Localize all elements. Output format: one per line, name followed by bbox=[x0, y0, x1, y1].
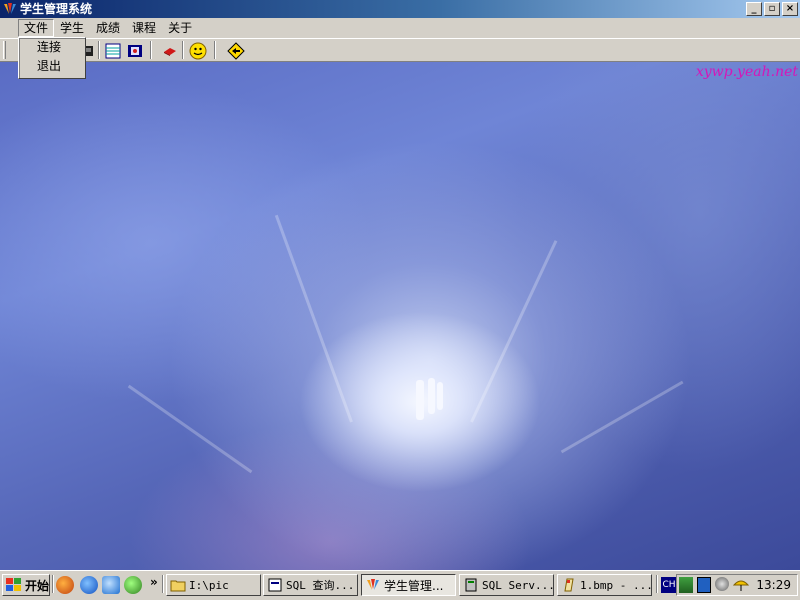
folder-icon bbox=[170, 580, 186, 592]
app-logo-icon bbox=[2, 1, 18, 17]
close-button[interactable]: × bbox=[782, 2, 798, 16]
menu-about[interactable]: 关于 bbox=[162, 19, 198, 37]
minimize-button[interactable]: _ bbox=[746, 2, 762, 16]
book-icon bbox=[164, 47, 176, 56]
display-icon[interactable] bbox=[697, 577, 711, 593]
task-button-student-mgmt[interactable]: 学生管理... bbox=[361, 574, 456, 596]
toolbar-separator bbox=[182, 41, 184, 59]
taskbar-separator bbox=[52, 575, 54, 593]
paint-icon bbox=[564, 578, 574, 592]
taskbar-separator bbox=[656, 575, 658, 593]
start-label: 开始 bbox=[25, 578, 50, 593]
film-icon bbox=[128, 44, 142, 57]
table-icon bbox=[105, 43, 121, 58]
toolbar-separator bbox=[150, 41, 152, 59]
smiley-button[interactable] bbox=[188, 41, 208, 60]
menu-file[interactable]: 文件 bbox=[18, 19, 55, 37]
menu-grades[interactable]: 成绩 bbox=[90, 19, 126, 37]
task-label: I:\pic bbox=[189, 578, 229, 592]
sql-query-icon bbox=[268, 578, 282, 592]
task-button-pic-folder[interactable]: I:\pic bbox=[166, 574, 261, 596]
toolbar bbox=[0, 38, 800, 62]
task-button-paint[interactable]: 1.bmp - ... bbox=[557, 574, 652, 596]
film-button[interactable] bbox=[125, 41, 145, 60]
umbrella-icon[interactable] bbox=[732, 577, 750, 593]
mail-icon[interactable] bbox=[102, 576, 120, 594]
clock: 13:29 bbox=[756, 578, 791, 592]
app-icon bbox=[367, 579, 379, 590]
language-indicator[interactable]: CH bbox=[661, 577, 677, 593]
start-button[interactable]: 开始 bbox=[2, 574, 50, 596]
task-button-sql-server[interactable]: SQL Serv... bbox=[459, 574, 554, 596]
smiley-icon bbox=[189, 42, 207, 59]
book-button[interactable] bbox=[160, 41, 180, 60]
task-label: SQL 查询... bbox=[286, 579, 355, 592]
quicklaunch-overflow[interactable]: » bbox=[150, 575, 158, 589]
restore-button[interactable]: ▫ bbox=[764, 2, 780, 16]
window-title: 学生管理系统 bbox=[20, 2, 93, 16]
task-label: 1.bmp - ... bbox=[580, 578, 652, 592]
sql-server-icon bbox=[465, 578, 477, 592]
table-button[interactable] bbox=[103, 41, 123, 60]
firefox-icon[interactable] bbox=[56, 576, 74, 594]
toolbar-grip[interactable] bbox=[3, 41, 6, 59]
taskbar: 开始 » I:\pic SQL 查询... 学生管理... SQL Serv..… bbox=[0, 570, 800, 600]
background-image: xywp.yeah.net bbox=[0, 62, 800, 570]
diamond-arrow-icon bbox=[227, 41, 245, 60]
windows-logo-icon bbox=[6, 578, 21, 591]
toolbar-separator bbox=[214, 41, 216, 59]
file-menu-dropdown: 连接 退出 bbox=[18, 37, 86, 79]
taskbar-separator bbox=[162, 575, 164, 593]
menu-bar: 文件 学生 成绩 课程 关于 bbox=[0, 18, 800, 38]
toolbar-separator bbox=[98, 41, 100, 59]
menu-item-connect[interactable]: 连接 bbox=[19, 38, 85, 57]
system-tray: 13:29 bbox=[676, 574, 798, 596]
menu-student[interactable]: 学生 bbox=[54, 19, 90, 37]
title-bar[interactable]: 学生管理系统 _ ▫ × bbox=[0, 0, 800, 18]
volume-icon[interactable] bbox=[715, 577, 729, 591]
task-button-sql-query[interactable]: SQL 查询... bbox=[263, 574, 358, 596]
task-label: SQL Serv... bbox=[482, 578, 554, 592]
menu-item-exit[interactable]: 退出 bbox=[19, 57, 85, 76]
menu-courses[interactable]: 课程 bbox=[126, 19, 162, 37]
media-icon[interactable] bbox=[124, 576, 142, 594]
ie-icon[interactable] bbox=[80, 576, 98, 594]
network-icon[interactable] bbox=[679, 577, 693, 593]
task-label: 学生管理... bbox=[384, 578, 444, 593]
navigate-button[interactable] bbox=[226, 41, 246, 60]
watermark-text: xywp.yeah.net bbox=[695, 64, 798, 80]
